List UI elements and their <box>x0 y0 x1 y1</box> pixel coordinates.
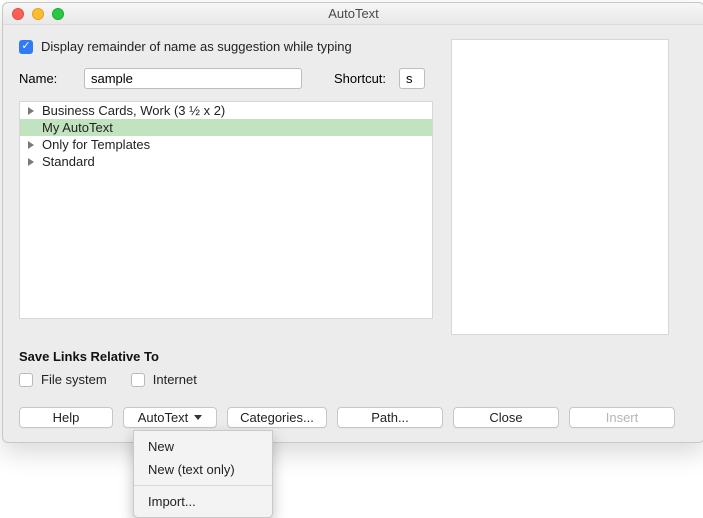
chevron-right-icon[interactable] <box>28 158 34 166</box>
menu-item-new[interactable]: New <box>134 435 272 458</box>
chevron-right-icon[interactable] <box>28 107 34 115</box>
tree-item[interactable]: Only for Templates <box>20 136 432 153</box>
internet-label: Internet <box>153 372 197 387</box>
spacer <box>28 124 34 132</box>
menu-item-new-text-only[interactable]: New (text only) <box>134 458 272 481</box>
close-button[interactable]: Close <box>453 407 559 428</box>
links-section-title: Save Links Relative To <box>19 349 688 364</box>
tree-item-label: Business Cards, Work (3 ½ x 2) <box>42 103 225 118</box>
titlebar: AutoText <box>3 3 703 25</box>
tree-item[interactable]: My AutoText <box>20 119 432 136</box>
name-input[interactable] <box>84 68 302 89</box>
filesystem-checkbox[interactable] <box>19 373 33 387</box>
shortcut-label: Shortcut: <box>334 71 389 86</box>
path-button[interactable]: Path... <box>337 407 443 428</box>
shortcut-input[interactable] <box>399 68 425 89</box>
name-label: Name: <box>19 71 74 86</box>
chevron-right-icon[interactable] <box>28 141 34 149</box>
tree-item-label: Only for Templates <box>42 137 150 152</box>
autotext-dropdown-menu: New New (text only) Import... <box>133 430 273 518</box>
tree-item-label: My AutoText <box>42 120 113 135</box>
filesystem-label: File system <box>41 372 107 387</box>
autotext-dropdown-button[interactable]: AutoText <box>123 407 217 428</box>
tree-item-label: Standard <box>42 154 95 169</box>
preview-pane <box>451 39 669 335</box>
chevron-down-icon <box>194 415 202 420</box>
help-button[interactable]: Help <box>19 407 113 428</box>
tree-item[interactable]: Business Cards, Work (3 ½ x 2) <box>20 102 432 119</box>
internet-checkbox[interactable] <box>131 373 145 387</box>
menu-item-import[interactable]: Import... <box>134 490 272 513</box>
suggest-label: Display remainder of name as suggestion … <box>41 39 352 54</box>
close-icon[interactable] <box>12 8 24 20</box>
insert-button: Insert <box>569 407 675 428</box>
category-tree[interactable]: Business Cards, Work (3 ½ x 2) My AutoTe… <box>19 101 433 319</box>
categories-button[interactable]: Categories... <box>227 407 327 428</box>
suggest-checkbox[interactable]: ✓ <box>19 40 33 54</box>
menu-separator <box>134 485 272 486</box>
tree-item[interactable]: Standard <box>20 153 432 170</box>
autotext-dialog: AutoText ✓ Display remainder of name as … <box>2 2 703 443</box>
zoom-icon[interactable] <box>52 8 64 20</box>
window-title: AutoText <box>3 6 703 21</box>
minimize-icon[interactable] <box>32 8 44 20</box>
